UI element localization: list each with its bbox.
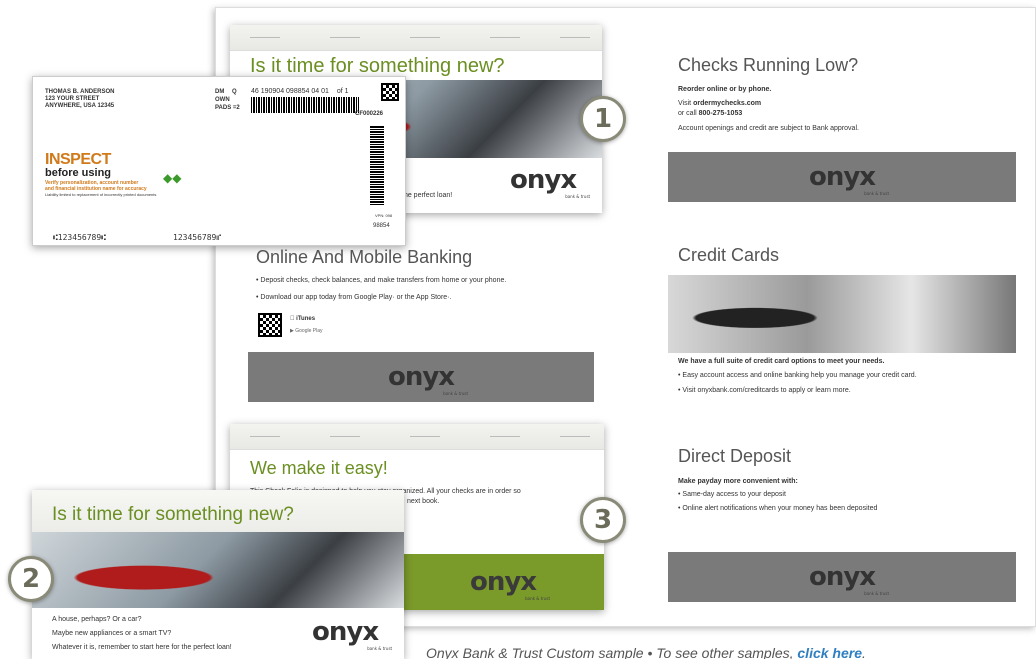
liability-note: Liability limited to replacement of inco… — [45, 192, 157, 197]
diamond-icon: ◆◆ — [163, 171, 182, 185]
deposit-bullet-1: • Same-day access to your deposit — [678, 491, 786, 498]
online-banking-title: Online And Mobile Banking — [256, 247, 473, 267]
easy-title: We make it easy! — [250, 458, 388, 478]
onyx-logo: onyx bank & trust — [808, 562, 890, 596]
vertical-barcode — [370, 125, 384, 205]
qr-code-app — [258, 313, 282, 337]
check-name: THOMAS B. ANDERSON — [45, 89, 115, 95]
panel1-title: Is it time for something new? — [250, 55, 505, 77]
panel2-line-1: A house, perhaps? Or a car? — [52, 616, 142, 623]
panel1-line: the perfect loan! — [402, 192, 453, 199]
panel2-line-3: Whatever it is, remember to start here f… — [52, 644, 232, 651]
order-link[interactable]: ordermychecks.com — [693, 100, 761, 107]
approval-note: Account openings and credit are subject … — [678, 125, 859, 132]
pads-label: PADS =2 — [215, 105, 240, 111]
reorder-text: Reorder online or by phone. — [678, 86, 772, 93]
credit-bullet-1: • Easy account access and online banking… — [678, 372, 917, 379]
qr-code-check — [381, 83, 399, 101]
micr-routing: ⑆123456789⑆ — [53, 233, 106, 242]
onyx-logo: onyx bank & trust — [387, 362, 469, 396]
online-bullet-1: • Deposit checks, check balances, and ma… — [256, 277, 507, 284]
barcode — [251, 97, 359, 113]
check-sample: THOMAS B. ANDERSON 123 YOUR STREET ANYWH… — [32, 76, 406, 246]
vpn-label: VPN: 098 — [375, 213, 393, 218]
deposit-lead: Make payday more convenient with: — [678, 478, 798, 485]
onyx-logo: onyx bank & trust — [469, 567, 551, 601]
call-line: or call 800-275-1053 — [678, 110, 743, 117]
apple-icon:  iTunes — [290, 316, 315, 322]
onyx-bar-deposit: onyx bank & trust — [668, 552, 1016, 602]
before-using: before using — [45, 167, 112, 179]
green-band: onyx bank & trust — [402, 554, 604, 610]
check-street: 123 YOUR STREET — [45, 96, 100, 102]
fold-strip — [230, 424, 604, 450]
check-city: ANYWHERE, USA 12345 — [45, 103, 115, 109]
panel2-title: Is it time for something new? — [52, 504, 294, 525]
own-label: OWN — [215, 97, 230, 103]
onyx-bar-checks: onyx bank & trust — [668, 152, 1016, 202]
dm-label: DM Q — [215, 89, 237, 95]
onyx-logo: onyx bank & trust — [808, 162, 890, 196]
deposit-bullet-2: • Online alert notifications when your m… — [678, 505, 878, 512]
credit-photo — [668, 275, 1016, 353]
sample-caption: Onyx Bank & Trust Custom sample • To see… — [426, 645, 866, 659]
loan-photo-2 — [32, 532, 404, 608]
micr-account: 123456789⑈ — [173, 233, 222, 242]
easy-text-2: next book. — [407, 498, 440, 505]
google-play-icon: ▶ Google Play — [290, 328, 323, 334]
fold-strip — [230, 25, 602, 51]
other-samples-link[interactable]: click here — [797, 645, 862, 659]
panel-loan-bottom: Is it time for something new? A house, p… — [32, 490, 404, 659]
onyx-logo: onyx bank & trust — [312, 617, 393, 651]
credit-lead: We have a full suite of credit card opti… — [678, 358, 885, 365]
credit-title: Credit Cards — [678, 245, 780, 265]
onyx-logo: onyx bank & trust — [510, 165, 591, 199]
online-bullet-2: • Download our app today from Google Pla… — [256, 294, 452, 301]
credit-bullet-2: • Visit onyxbank.com/creditcards to appl… — [678, 387, 851, 394]
panel2-line-2: Maybe new appliances or a smart TV? — [52, 630, 172, 637]
check-code: 46 190904 098854 04 01 of 1 — [251, 88, 349, 95]
check-number: 98854 — [373, 223, 390, 229]
badge-3: 3 — [580, 497, 626, 543]
badge-1: 1 — [580, 96, 626, 142]
onyx-bar-online: onyx bank & trust — [248, 352, 594, 402]
badge-2: 2 — [8, 556, 54, 602]
cf-code: CF000226 — [355, 111, 384, 117]
deposit-title: Direct Deposit — [678, 446, 792, 466]
checks-low-title: Checks Running Low? — [678, 55, 859, 75]
